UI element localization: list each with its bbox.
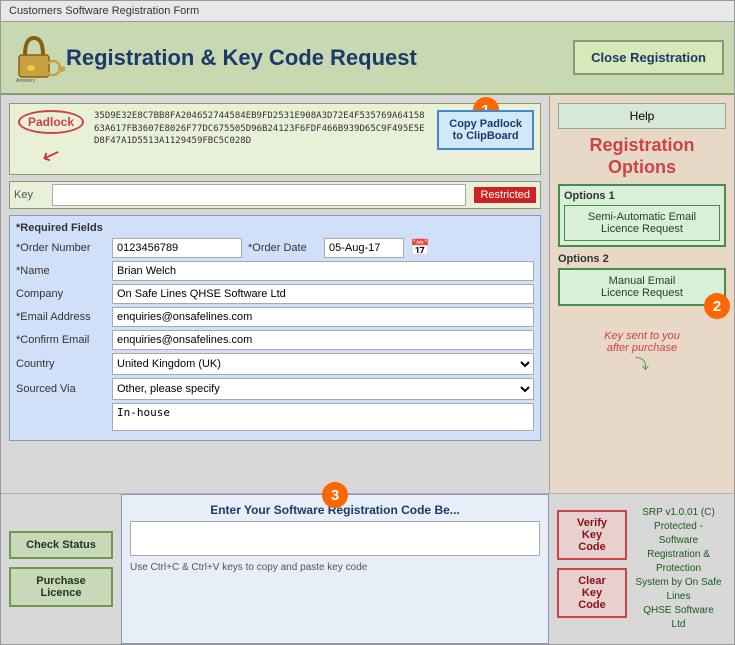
order-date-label: *Order Date xyxy=(248,242,318,254)
svg-text:Answerz: Answerz xyxy=(16,78,36,84)
options2-label: Options 2 xyxy=(558,253,726,265)
close-registration-button[interactable]: Close Registration xyxy=(573,40,724,75)
reg-code-textarea[interactable] xyxy=(130,521,540,556)
window-title: Customers Software Registration Form xyxy=(9,5,199,17)
header: Answerz Registration & Key Code Request … xyxy=(1,22,734,95)
reg-hint: Use Ctrl+C & Ctrl+V keys to copy and pas… xyxy=(130,562,540,573)
name-row: *Name xyxy=(16,261,534,281)
arrow-icon: ↙ xyxy=(38,140,64,171)
left-panel: Padlock ↙ 35D9E32E8C7BB8FA204652744584EB… xyxy=(1,95,549,493)
restricted-label: Restricted xyxy=(474,187,536,203)
required-fields-label: *Required Fields xyxy=(16,222,534,234)
main-window: Customers Software Registration Form Ans… xyxy=(0,0,735,645)
name-input[interactable] xyxy=(112,261,534,281)
padlock-codes: 35D9E32E8C7BB8FA204652744584EB9FD2531E90… xyxy=(94,110,429,148)
srp-text: SRP v1.0.01 (C)Protected - SoftwareRegis… xyxy=(631,502,726,636)
company-row: Company xyxy=(16,284,534,304)
padlock-label: Padlock xyxy=(18,110,84,134)
country-label: Country xyxy=(16,358,106,370)
options2-area: Options 2 Manual EmailLicence Request 2 xyxy=(558,253,726,306)
key-sent-area: Key sent to youafter purchase ⤵ xyxy=(558,330,726,374)
check-status-button[interactable]: Check Status xyxy=(9,531,113,559)
order-number-input[interactable] xyxy=(112,238,242,258)
title-bar: Customers Software Registration Form xyxy=(1,1,734,22)
country-row: Country United Kingdom (UK) xyxy=(16,353,534,375)
right-panel: Help Registration Options Options 1 Semi… xyxy=(549,95,734,493)
confirm-email-label: *Confirm Email xyxy=(16,334,106,346)
confirm-email-row: *Confirm Email xyxy=(16,330,534,350)
options1-box: Options 1 Semi-Automatic EmailLicence Re… xyxy=(558,184,726,247)
padlock-section: Padlock ↙ 35D9E32E8C7BB8FA204652744584EB… xyxy=(9,103,541,175)
badge-2: 2 xyxy=(704,293,730,319)
copy-padlock-button[interactable]: Copy Padlock to ClipBoard xyxy=(437,110,534,150)
sourced-row: Sourced Via Other, please specify xyxy=(16,378,534,400)
form-section: *Required Fields *Order Number *Order Da… xyxy=(9,215,541,441)
bottom-right: Verify Key Code Clear Key Code SRP v1.0.… xyxy=(549,494,734,644)
verify-key-code-button[interactable]: Verify Key Code xyxy=(557,510,627,560)
sourced-label: Sourced Via xyxy=(16,383,106,395)
inhouse-row: In-house xyxy=(16,403,534,431)
name-label: *Name xyxy=(16,265,106,277)
badge-3: 3 xyxy=(322,482,348,508)
sourced-select[interactable]: Other, please specify xyxy=(112,378,534,400)
options2-button[interactable]: Manual EmailLicence Request xyxy=(558,268,726,306)
key-label: Key xyxy=(14,189,44,201)
body-area: Padlock ↙ 35D9E32E8C7BB8FA204652744584EB… xyxy=(1,95,734,493)
logo: Answerz xyxy=(11,30,66,85)
bottom-center: 3 Enter Your Software Registration Code … xyxy=(121,494,549,644)
registration-options-title: Registration Options xyxy=(558,135,726,178)
email-input[interactable] xyxy=(112,307,534,327)
options1-label: Options 1 xyxy=(564,190,720,202)
options1-button[interactable]: Semi-Automatic EmailLicence Request xyxy=(564,205,720,241)
verify-clear-pair: Verify Key Code Clear Key Code xyxy=(557,502,627,618)
inhouse-textarea[interactable]: In-house xyxy=(112,403,534,431)
country-select[interactable]: United Kingdom (UK) xyxy=(112,353,534,375)
key-input[interactable] xyxy=(52,184,466,206)
dashed-arrow-icon: ⤵ xyxy=(558,354,726,374)
clear-key-code-button[interactable]: Clear Key Code xyxy=(557,568,627,618)
purchase-licence-button[interactable]: PurchaseLicence xyxy=(9,567,113,607)
company-label: Company xyxy=(16,288,106,300)
padlock-left: Padlock ↙ xyxy=(16,110,86,168)
bottom-section: Check Status PurchaseLicence 3 Enter You… xyxy=(1,493,734,644)
calendar-icon[interactable]: 📅 xyxy=(410,238,430,258)
bottom-left: Check Status PurchaseLicence xyxy=(1,494,121,644)
company-input[interactable] xyxy=(112,284,534,304)
key-row: Key Restricted xyxy=(9,181,541,209)
key-sent-text: Key sent to youafter purchase xyxy=(558,330,726,354)
help-button[interactable]: Help xyxy=(558,103,726,129)
email-label: *Email Address xyxy=(16,311,106,323)
header-title: Registration & Key Code Request xyxy=(66,45,573,71)
order-number-label: *Order Number xyxy=(16,242,106,254)
order-date-input[interactable] xyxy=(324,238,404,258)
confirm-email-input[interactable] xyxy=(112,330,534,350)
email-row: *Email Address xyxy=(16,307,534,327)
order-row: *Order Number *Order Date 📅 xyxy=(16,238,534,258)
